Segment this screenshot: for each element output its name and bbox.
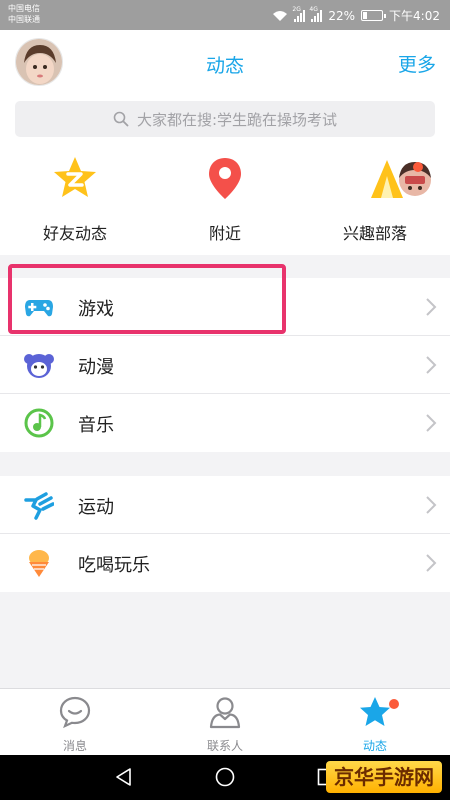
list-group-lifestyle: 运动 吃喝玩乐 — [0, 476, 450, 592]
home-icon[interactable] — [214, 766, 236, 788]
watermark-logo: 京华手游网 — [326, 761, 442, 793]
anime-icon — [24, 354, 54, 378]
list-item-label: 吃喝玩乐 — [78, 555, 150, 576]
chevron-right-icon — [426, 414, 437, 432]
list-item-sports[interactable]: 运动 — [0, 476, 450, 534]
music-icon — [24, 408, 54, 438]
signal-1-icon: 2G — [292, 6, 306, 22]
tab-label: 消息 — [62, 739, 87, 753]
list-item-label: 动漫 — [78, 357, 114, 378]
interest-tribe-label: 兴趣部落 — [342, 224, 407, 243]
list-item-food-fun[interactable]: 吃喝玩乐 — [0, 534, 450, 592]
location-pin-icon — [209, 158, 241, 199]
carrier-1: 中国电信 — [8, 4, 40, 13]
interest-tribe-button[interactable]: 兴趣部落 — [300, 154, 450, 244]
tab-contacts[interactable]: 联系人 — [150, 695, 300, 754]
battery-fill — [363, 12, 368, 19]
search-icon — [113, 111, 129, 127]
more-button[interactable]: 更多 — [398, 50, 436, 77]
status-icons: 2G 4G 22% 下午4:02 — [272, 6, 440, 24]
running-icon — [24, 492, 54, 520]
back-icon[interactable] — [113, 766, 135, 788]
battery-percent: 22% — [328, 8, 356, 23]
list-item-label: 运动 — [78, 497, 114, 518]
tab-messages[interactable]: 消息 — [0, 695, 150, 754]
nearby-label: 附近 — [208, 224, 241, 243]
signal-2-icon: 4G — [309, 6, 323, 22]
message-icon — [59, 696, 91, 729]
header: 动态 更多 — [0, 30, 450, 95]
nearby-button[interactable]: 附近 — [150, 154, 300, 244]
tab-label: 动态 — [362, 739, 387, 753]
search-input[interactable]: 大家都在搜:学生跪在操场考试 — [15, 101, 435, 137]
icecream-icon — [29, 550, 49, 577]
list-item-anime[interactable]: 动漫 — [0, 336, 450, 394]
star-icon — [360, 697, 390, 726]
bottom-tab-bar: 消息 联系人 动态 — [0, 688, 450, 755]
list-item-music[interactable]: 音乐 — [0, 394, 450, 452]
friends-feed-button[interactable]: 好友动态 — [0, 154, 150, 244]
chevron-right-icon — [426, 496, 437, 514]
clock: 下午4:02 — [389, 9, 440, 23]
friends-feed-label: 好友动态 — [42, 224, 107, 243]
tribe-notification-badge — [413, 162, 423, 172]
wifi-icon — [273, 10, 288, 21]
status-bar: 中国电信 中国联通 2G 4G 22% 下午4:02 — [0, 0, 450, 30]
chevron-right-icon — [426, 298, 437, 316]
moments-notification-badge — [389, 699, 399, 709]
page-title: 动态 — [205, 55, 244, 77]
contacts-icon — [209, 697, 241, 729]
search-section: 大家都在搜:学生跪在操场考试 — [0, 95, 450, 150]
tab-label: 联系人 — [206, 739, 243, 753]
tab-moments[interactable]: 动态 — [300, 695, 450, 754]
network-type-2: 4G — [309, 5, 318, 13]
carrier-info: 中国电信 中国联通 — [8, 3, 40, 25]
list-item-label: 音乐 — [78, 415, 114, 436]
network-type-1: 2G — [292, 5, 301, 13]
tribe-tent-icon — [371, 160, 431, 198]
battery-icon — [361, 10, 387, 21]
feature-row: 好友动态 附近 兴趣部落 — [0, 150, 450, 255]
chevron-right-icon — [426, 554, 437, 572]
system-nav-bar: 京华手游网 — [0, 755, 450, 800]
carrier-2: 中国联通 — [8, 15, 40, 24]
highlight-box — [8, 264, 286, 334]
search-placeholder: 大家都在搜:学生跪在操场考试 — [136, 110, 338, 129]
friends-star-icon — [54, 157, 96, 197]
chevron-right-icon — [426, 356, 437, 374]
